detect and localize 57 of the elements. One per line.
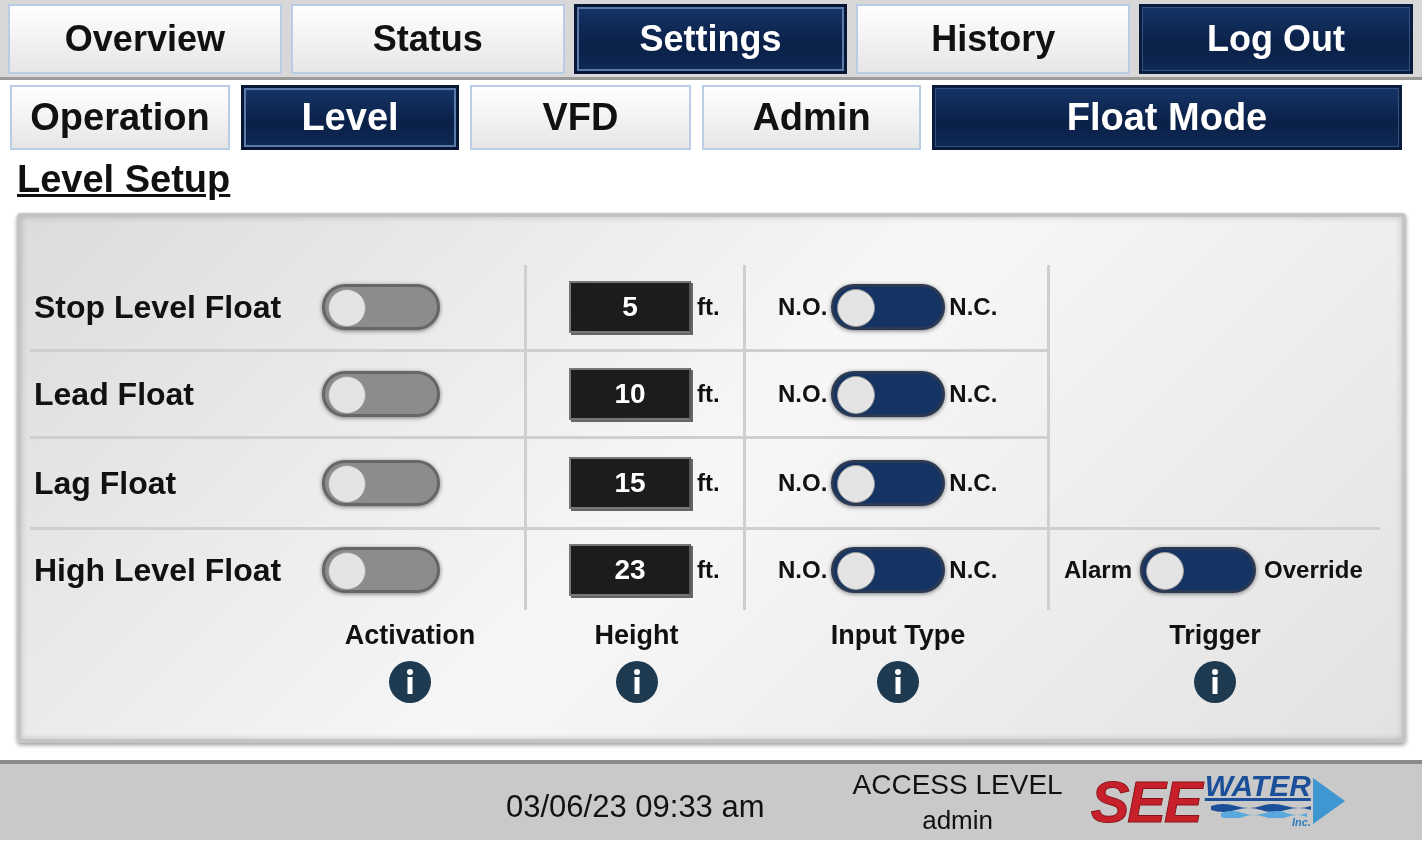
logo-text: Inc. — [1291, 816, 1311, 828]
option-label: Alarm — [1064, 556, 1133, 584]
nav-tab[interactable]: History — [856, 4, 1131, 74]
column-label: Trigger — [1169, 620, 1261, 651]
play-arrow-icon — [1310, 778, 1345, 824]
option-label: N.O. — [778, 293, 828, 321]
float-label: Stop Level Float — [33, 288, 283, 326]
info-icon[interactable] — [615, 661, 658, 703]
option-label: N.C. — [949, 556, 998, 584]
toggle-switch[interactable] — [1140, 547, 1257, 593]
toggle-switch[interactable] — [322, 460, 440, 506]
menu-button[interactable]: Log Out — [1139, 4, 1413, 74]
toggle-switch[interactable] — [831, 371, 946, 417]
nav-tab[interactable]: Status — [290, 4, 565, 74]
option-label: N.C. — [949, 293, 998, 321]
toggle-switch[interactable] — [831, 547, 946, 593]
page-title: Level Setup — [17, 158, 231, 201]
access-level-value: admin — [922, 804, 993, 836]
column-label: Input Type — [830, 620, 966, 651]
option-label: N.O. — [778, 380, 828, 408]
info-icon[interactable] — [1194, 661, 1236, 703]
unit-label: ft. — [697, 556, 720, 584]
option-label: N.C. — [949, 469, 998, 497]
option-label: N.O. — [778, 556, 828, 584]
nav-tab[interactable]: Overview — [8, 4, 282, 74]
info-icon[interactable] — [877, 661, 919, 703]
float-label: Lag Float — [33, 464, 178, 502]
access-level-label: ACCESS LEVEL — [852, 768, 1063, 801]
float-label: Lead Float — [33, 375, 195, 413]
height-field[interactable]: 15 — [569, 457, 691, 509]
toggle-switch[interactable] — [831, 460, 946, 506]
nav-tab[interactable]: Level — [241, 85, 459, 150]
nav-tab[interactable]: Operation — [10, 85, 230, 150]
menu-button[interactable]: Float Mode — [932, 85, 1402, 150]
nav-tab[interactable]: VFD — [470, 85, 691, 150]
info-icon[interactable] — [389, 661, 431, 703]
height-field[interactable]: 5 — [569, 281, 691, 333]
nav-tab[interactable]: Admin — [702, 85, 921, 150]
unit-label: ft. — [697, 380, 720, 408]
logo-text: WATER — [1204, 770, 1311, 802]
toggle-switch[interactable] — [322, 371, 440, 417]
date-time: 03/06/23 09:33 am — [506, 788, 765, 825]
waves-icon — [1210, 802, 1311, 818]
toggle-switch[interactable] — [322, 284, 440, 330]
toggle-switch[interactable] — [322, 547, 440, 593]
float-label: High Level Float — [33, 551, 283, 589]
option-label: N.O. — [778, 469, 828, 497]
nav-tab[interactable]: Settings — [573, 4, 848, 74]
toggle-switch[interactable] — [831, 284, 946, 330]
unit-label: ft. — [697, 469, 720, 497]
column-label: Height — [594, 620, 679, 651]
unit-label: ft. — [697, 293, 720, 321]
height-field[interactable]: 23 — [569, 544, 691, 596]
option-label: Override — [1264, 556, 1363, 584]
option-label: N.C. — [949, 380, 998, 408]
height-field[interactable]: 10 — [569, 368, 691, 420]
column-label: Activation — [344, 620, 476, 651]
